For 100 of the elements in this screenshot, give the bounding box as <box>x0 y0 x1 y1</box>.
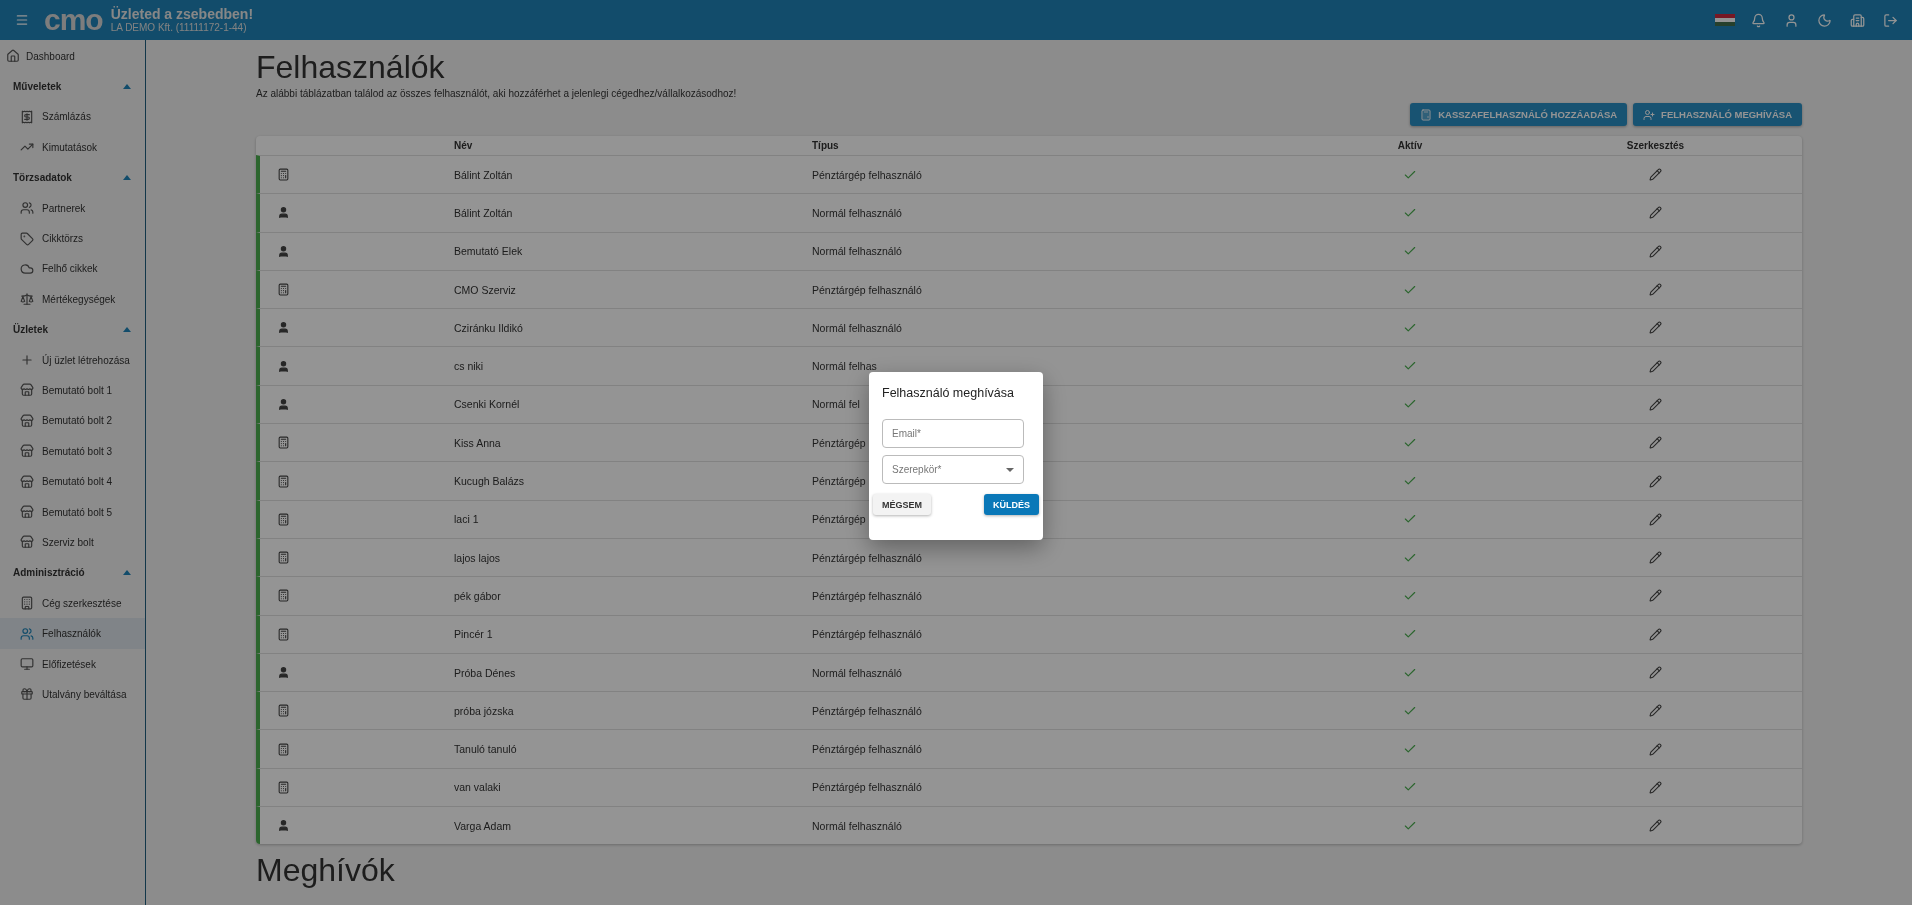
table-cell-text: Pénztárgép felhasználó <box>812 283 923 296</box>
role-select[interactable]: Szerepkör* <box>882 455 1024 484</box>
person-icon <box>277 666 290 679</box>
edit-button[interactable] <box>1649 168 1662 182</box>
edit-button[interactable] <box>1649 436 1662 450</box>
sidebar-item[interactable]: Bemutató bolt 2 <box>0 405 145 437</box>
table-cell-text: Normál felhasználó <box>812 206 903 219</box>
sidebar-item[interactable]: Mértékegységek <box>0 284 145 315</box>
sidebar-section[interactable]: Üzletek <box>0 314 145 345</box>
scale-icon <box>20 292 34 307</box>
dropdown-icon <box>1006 467 1014 472</box>
invite-user-button[interactable]: FELHASZNÁLÓ MEGHÍVÁSA <box>1633 103 1802 126</box>
home-icon <box>6 49 20 64</box>
email-field[interactable]: Email* <box>882 419 1024 448</box>
cancel-button[interactable]: MÉGSEM <box>873 494 931 515</box>
pencil-icon <box>1649 283 1662 297</box>
pencil-icon <box>1649 397 1662 411</box>
person-icon <box>277 819 290 833</box>
sidebar-item[interactable]: Felhő cikkek <box>0 253 145 285</box>
sidebar-item[interactable]: Partnerek <box>0 192 145 224</box>
sidebar-item[interactable]: Kimutatások <box>0 132 145 163</box>
table-cell-text: Pénztárgép felhasználó <box>812 781 923 794</box>
table-cell-text: Pénztárgép felhasználó <box>812 704 923 717</box>
pencil-icon <box>1649 742 1662 756</box>
sidebar-item[interactable]: Felhasználók <box>0 618 145 649</box>
edit-button[interactable] <box>1649 206 1662 220</box>
pencil-icon <box>1649 704 1662 718</box>
edit-button[interactable] <box>1649 359 1662 373</box>
sidebar-item[interactable]: Számlázás <box>0 101 145 133</box>
table-cell-text: Pénztárgép felhasználó <box>812 589 923 602</box>
store-icon <box>20 505 34 520</box>
section-label: Törzsadatok <box>13 172 72 184</box>
table-cell-text: Tanuló tanuló <box>454 743 518 756</box>
edit-button[interactable] <box>1649 512 1662 526</box>
person-icon <box>277 397 290 411</box>
table-cell-text: van valaki <box>454 781 502 794</box>
edit-button[interactable] <box>1649 397 1662 411</box>
edit-button[interactable] <box>1649 742 1662 756</box>
sidebar-section[interactable]: Adminisztráció <box>0 557 145 589</box>
store-icon <box>20 474 34 489</box>
table-cell-text: Csenki Kornél <box>454 398 521 411</box>
table-cell-text: laci 1 <box>454 513 480 526</box>
people-icon <box>20 626 34 641</box>
sidebar-item[interactable]: Szerviz bolt <box>0 527 145 558</box>
pencil-icon <box>1649 206 1662 220</box>
section-label: Műveletek <box>13 81 62 93</box>
sidebar-item[interactable]: Dashboard <box>0 41 145 72</box>
edit-button[interactable] <box>1649 244 1662 258</box>
pencil-icon <box>1649 589 1662 603</box>
tag-icon <box>20 231 34 246</box>
table-cell-text: Pénztárgép felhasználó <box>812 743 923 756</box>
building-icon <box>20 596 34 611</box>
sidebar-section[interactable]: Törzsadatok <box>0 162 145 193</box>
pencil-icon <box>1649 474 1662 488</box>
sidebar-item[interactable]: Bemutató bolt 1 <box>0 375 145 406</box>
edit-button[interactable] <box>1649 283 1662 297</box>
edit-button[interactable] <box>1649 666 1662 679</box>
monitor-icon <box>20 657 34 671</box>
edit-button[interactable] <box>1649 321 1662 335</box>
edit-button[interactable] <box>1649 474 1662 488</box>
plus-icon <box>20 353 34 368</box>
table-cell-text: Pénztárgép felhasználó <box>812 551 923 564</box>
edit-button[interactable] <box>1649 704 1662 718</box>
store-icon <box>20 413 34 428</box>
person-icon <box>277 321 290 335</box>
edit-button[interactable] <box>1649 780 1662 794</box>
page-title: Felhasználók <box>256 48 446 86</box>
edit-button[interactable] <box>1649 551 1662 565</box>
table-cell-text: pék gábor <box>454 589 502 602</box>
sidebar-section[interactable]: Műveletek <box>0 71 145 102</box>
sidebar-item[interactable]: Bemutató bolt 4 <box>0 466 145 497</box>
table-cell-text: Normál felhas <box>812 360 878 373</box>
table-cell-text: Normál felhasználó <box>812 245 903 258</box>
sidebar-item[interactable]: Cikktörzs <box>0 223 145 254</box>
company-name: LA DEMO Kft. (11111172-1-44) <box>110 22 248 34</box>
add-cash-user-button[interactable]: KASSZAFELHASZNÁLÓ HOZZÁADÁSA <box>1410 103 1628 126</box>
table-cell-text: Kiss Anna <box>454 436 502 449</box>
sidebar-item[interactable]: Bemutató bolt 3 <box>0 436 145 467</box>
sidebar-item[interactable]: Bemutató bolt 5 <box>0 496 145 528</box>
page-description: Az alábbi táblázatban találod az összes felhasználót, aki hozzáférhet a jelenlegi cégedhez/vállalkozásodhoz! <box>256 88 738 99</box>
column-header: Aktív <box>1397 140 1423 151</box>
table-cell-text: CMO Szerviz <box>454 283 517 296</box>
send-button[interactable]: KÜLDÉS <box>984 494 1039 515</box>
pencil-icon <box>1649 436 1662 450</box>
table-cell-text: próba józska <box>454 704 515 717</box>
flag-icon[interactable] <box>1715 14 1735 26</box>
sidebar-item[interactable]: Utalvány beváltása <box>0 679 145 710</box>
pencil-icon <box>1649 819 1662 833</box>
store-icon <box>20 383 34 398</box>
store-icon <box>20 535 34 550</box>
person-icon <box>277 244 290 258</box>
edit-button[interactable] <box>1649 627 1662 641</box>
edit-button[interactable] <box>1649 819 1662 833</box>
table-cell-text: Pénztárgép felhasználó <box>812 168 923 181</box>
table-cell-text: Pénztárgép <box>812 436 867 449</box>
table-cell-text: Bálint Zoltán <box>454 168 514 181</box>
app-slogan: Üzleted a zsebedben! <box>110 6 254 23</box>
sidebar-item[interactable]: Új üzlet létrehozása <box>0 344 145 376</box>
table-cell-text: Normál felhasználó <box>812 321 903 334</box>
edit-button[interactable] <box>1649 589 1662 603</box>
